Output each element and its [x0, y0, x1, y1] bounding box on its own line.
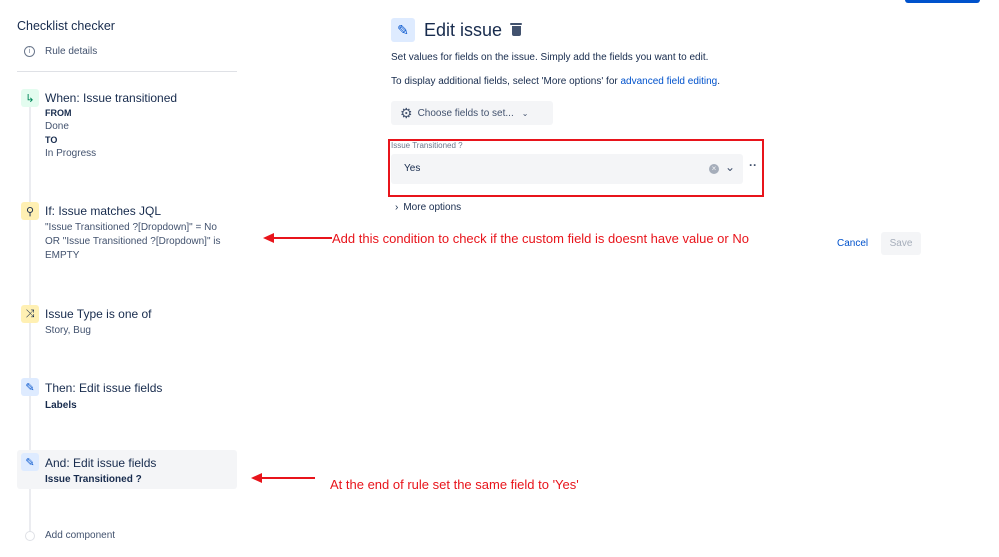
divider — [17, 71, 237, 72]
issue-transitioned-select[interactable]: Yes × ⌄ — [391, 154, 743, 184]
chevron-right-icon: › — [395, 202, 399, 213]
more-options-label: More options — [403, 202, 462, 213]
select-value: Yes — [404, 163, 421, 174]
annotation-note-1: Add this condition to check if the custo… — [332, 231, 749, 246]
description: Set values for fields on the issue. Simp… — [391, 52, 709, 63]
field-label: Issue Transitioned ? — [391, 141, 463, 150]
chevron-down-icon: ⌄ — [521, 108, 529, 118]
transition-icon: ↳ — [21, 89, 39, 107]
rule-title: Checklist checker — [17, 19, 115, 33]
shuffle-icon: ⤨ — [21, 305, 39, 323]
annotation-arrow-2 — [251, 473, 315, 483]
item-line: FROM — [45, 108, 72, 118]
pencil-icon: ✎ — [21, 378, 39, 396]
chevron-down-icon[interactable]: ⌄ — [725, 160, 735, 174]
item-title[interactable]: If: Issue matches JQL — [45, 204, 161, 218]
item-line: "Issue Transitioned ?[Dropdown]" = No — [45, 222, 217, 233]
choose-fields-button[interactable]: ⚙ Choose fields to set... ⌄ — [391, 101, 553, 125]
more-options-toggle[interactable]: › More options — [395, 202, 461, 213]
search-icon: ⚲ — [21, 202, 39, 220]
item-line: Labels — [45, 400, 77, 411]
add-component-button[interactable]: Add component — [45, 530, 115, 541]
page-title: Edit issue — [424, 20, 503, 40]
gear-icon: ⚙ — [400, 104, 413, 121]
item-title[interactable]: Issue Type is one of — [45, 307, 152, 321]
item-line: In Progress — [45, 148, 97, 159]
item-title[interactable]: Then: Edit issue fields — [45, 381, 162, 395]
item-line: Issue Transitioned ? — [45, 474, 142, 485]
choose-fields-label: Choose fields to set... — [417, 107, 514, 119]
item-title[interactable]: And: Edit issue fields — [45, 456, 156, 470]
item-line: OR "Issue Transitioned ?[Dropdown]" is — [45, 236, 221, 247]
item-line: EMPTY — [45, 250, 80, 261]
info-icon: i — [24, 46, 35, 57]
cancel-button[interactable]: Cancel — [837, 238, 868, 249]
top-primary-button[interactable] — [905, 0, 980, 3]
desc-text: . — [717, 76, 721, 87]
trash-icon[interactable] — [510, 23, 522, 37]
item-line: Done — [45, 121, 69, 132]
save-button[interactable]: Save — [881, 232, 921, 255]
annotation-note-2: At the end of rule set the same field to… — [330, 477, 579, 492]
add-circle-icon — [25, 531, 35, 541]
rule-details-link[interactable]: Rule details — [45, 46, 97, 57]
more-actions-icon[interactable]: ·· — [749, 158, 757, 172]
annotation-arrow-1 — [263, 233, 332, 243]
item-line: TO — [45, 135, 58, 145]
item-line: Story, Bug — [45, 325, 91, 336]
pencil-icon: ✎ — [391, 18, 415, 42]
clear-icon[interactable]: × — [709, 164, 719, 174]
description-2: To display additional fields, select 'Mo… — [391, 76, 720, 87]
desc-text: To display additional fields, select 'Mo… — [391, 76, 621, 87]
item-title[interactable]: When: Issue transitioned — [45, 91, 177, 105]
advanced-field-editing-link[interactable]: advanced field editing — [621, 76, 718, 87]
pencil-icon: ✎ — [21, 453, 39, 471]
